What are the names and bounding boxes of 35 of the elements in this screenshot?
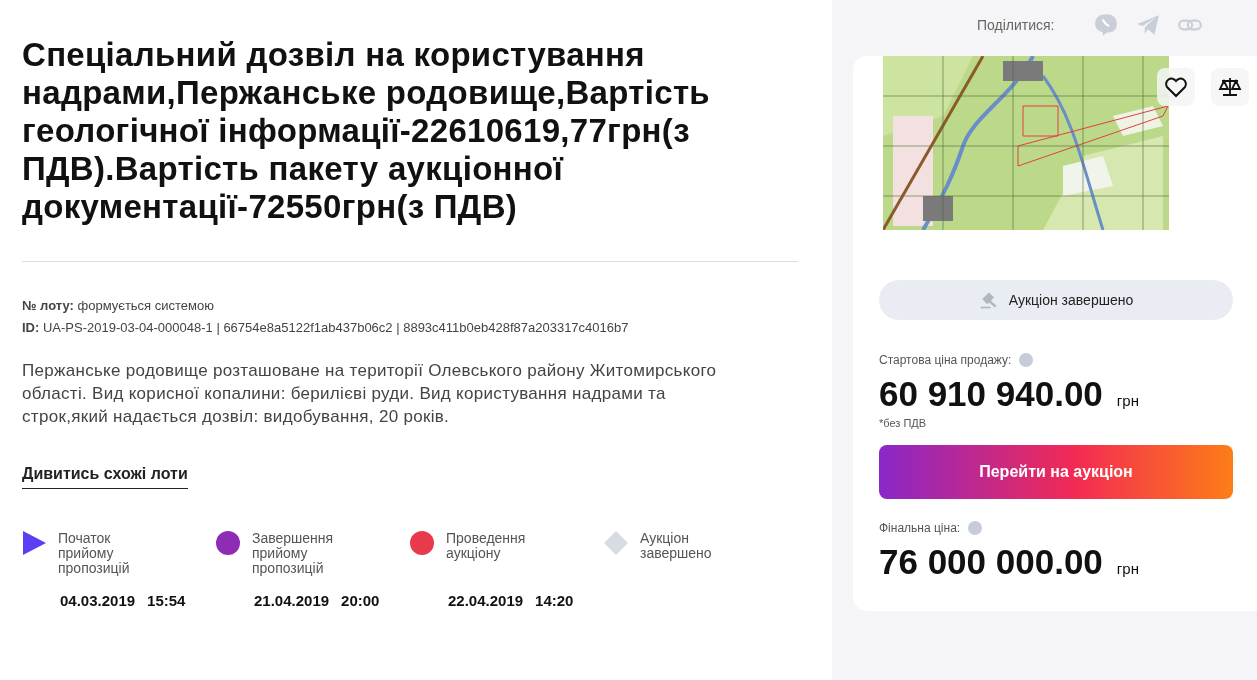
stage-label: Аукціон завершено (640, 531, 713, 561)
compare-button[interactable] (1211, 68, 1249, 106)
stage-time: 15:54 (147, 592, 186, 609)
lot-number: формується системою (77, 298, 214, 313)
stage-label: Завершення прийому пропозицій (252, 531, 335, 576)
stage-date: 22.04.2019 (448, 592, 524, 609)
stage-time: 14:20 (535, 592, 574, 609)
lot-description: Пержанське родовище розташоване на території Олевського району Житомирського області. Вид корисної копалини: берилієві руди. Вид користування надрами та строк,який надається дозвіл: видобування, 20 років. (22, 360, 718, 428)
start-price: 60 910 940.00 (879, 375, 1103, 413)
lot-id: UA-PS-2019-03-04-000048-1 | 66754e8a5122f1ab437b06c2 | 8893c411b0eb428f87a203317c4016b7 (42, 320, 629, 335)
stage-date: 21.04.2019 (254, 592, 330, 609)
go-to-auction-button[interactable]: Перейти на аукціон (879, 445, 1233, 499)
stage-label: Початок прийому пропозицій (58, 531, 131, 576)
stage-date: 04.03.2019 (60, 592, 136, 609)
status-text: Аукціон завершено (1008, 292, 1134, 308)
info-icon (968, 521, 983, 535)
share-label: Поділитися: (977, 17, 1055, 33)
start-price-label: Стартова ціна продажу: (879, 353, 1012, 367)
gavel-icon (978, 290, 999, 310)
info-icon (1019, 353, 1034, 367)
lot-title: Спеціальний дозвіл на користування надрами,Пержанське родовище,Вартість геологічної інформації-22610619,77грн(з ПДВ).Вартість пакету аукціонної документації-72550грн(з ПДВ) (22, 36, 711, 226)
similar-lots-link[interactable]: Дивитись схожі лоти (22, 465, 188, 489)
currency: грн (1116, 392, 1139, 411)
currency: грн (1116, 560, 1139, 579)
scales-icon (1218, 75, 1242, 99)
heart-icon (1164, 75, 1188, 99)
stage-time: 20:00 (341, 592, 380, 609)
stage-label: Проведення аукціону (446, 531, 527, 561)
final-price: 76 000 000.00 (879, 543, 1103, 581)
vat-note: *без ПДВ (879, 417, 928, 429)
chat-bubble-icon[interactable] (1092, 12, 1119, 38)
id-label: ID: (22, 320, 40, 335)
final-price-label: Фінальна ціна: (879, 521, 961, 535)
favorite-button[interactable] (1157, 68, 1195, 106)
lot-number-label: № лоту: (22, 298, 74, 313)
